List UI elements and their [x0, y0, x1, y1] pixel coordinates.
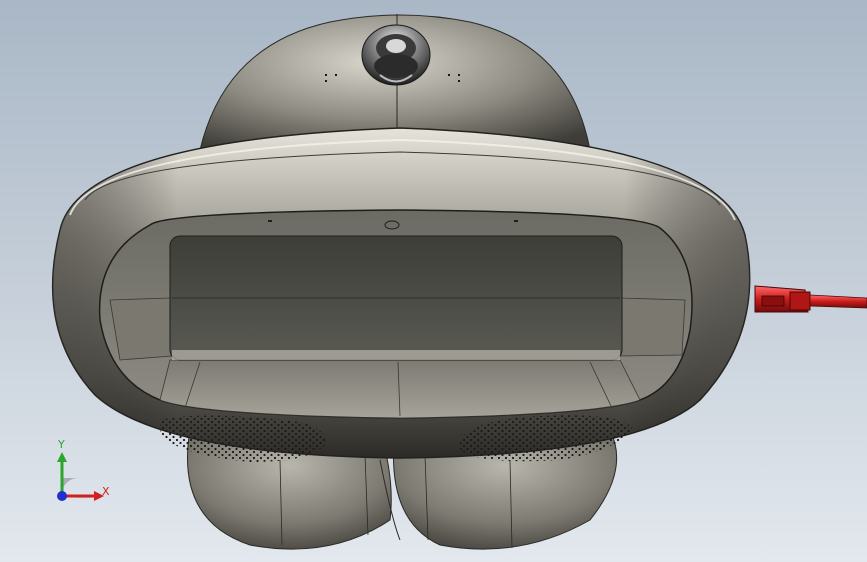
y-axis-label: Y — [58, 438, 65, 451]
model-view[interactable] — [0, 0, 867, 562]
usb-cable[interactable] — [754, 285, 867, 313]
left-speaker-grille — [160, 415, 326, 462]
camera-lens[interactable] — [361, 24, 431, 86]
display-panel — [169, 235, 623, 361]
cad-viewport[interactable]: Y X — [0, 0, 867, 562]
x-axis-label: X — [102, 485, 110, 498]
axis-triad: Y X — [40, 438, 130, 518]
triad-arrows — [57, 452, 104, 501]
inner-cavity[interactable] — [98, 209, 693, 419]
